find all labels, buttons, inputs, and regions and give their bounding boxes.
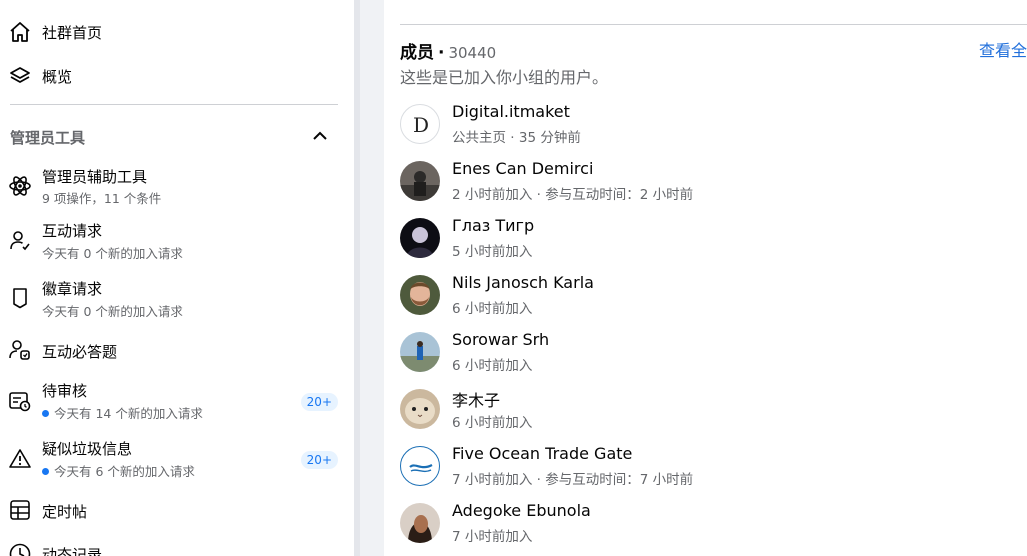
member-name[interactable]: Nils Janosch Karla [452, 273, 594, 292]
badge-icon [8, 286, 32, 310]
members-title: 成员 [400, 43, 434, 63]
user-check-icon [8, 228, 32, 252]
member-row[interactable]: Five Ocean Trade Gate 7 小时前加入 · 参与互动时间：7… [400, 444, 1020, 488]
sidebar-item-label: 徽章请求 [42, 280, 103, 298]
member-row[interactable]: D Digital.itmaket 公共主页 · 35 分钟前 [400, 102, 1020, 146]
sidebar-item-admin-assist[interactable]: 管理员辅助工具 9 项操作，11 个条件 [0, 164, 354, 208]
member-row[interactable]: 李木子 6 小时前加入 [400, 389, 1020, 431]
member-meta: 6 小时前加入 [452, 415, 533, 431]
sidebar-item-membership-questions[interactable]: 互动必答题 [0, 336, 354, 366]
avatar[interactable] [400, 275, 440, 315]
sidebar-item-suspected-spam[interactable]: 疑似垃圾信息 今天有 6 个新的加入请求 20+ [0, 436, 354, 480]
sidebar-item-home[interactable]: 社群首页 [0, 18, 354, 46]
member-name[interactable]: Enes Can Demirci [452, 159, 593, 178]
member-meta: 5 小时前加入 [452, 244, 533, 260]
warning-icon [8, 447, 32, 471]
avatar[interactable] [400, 218, 440, 258]
sidebar-scrollbar[interactable] [354, 0, 360, 556]
svg-text:D: D [413, 113, 429, 137]
sidebar-item-label: 互动请求 [42, 222, 103, 240]
avatar[interactable] [400, 503, 440, 543]
count-badge: 20+ [300, 451, 338, 469]
sidebar-item-sub: 今天有 6 个新的加入请求 [42, 461, 195, 480]
member-name[interactable]: Adegoke Ebunola [452, 501, 591, 520]
layers-icon [8, 64, 32, 88]
member-meta: 6 小时前加入 [452, 358, 533, 374]
avatar[interactable] [400, 332, 440, 372]
sidebar-item-label: 动态记录 [42, 546, 103, 556]
member-name[interactable]: 李木子 [452, 387, 500, 411]
member-name[interactable]: Sorowar Srh [452, 330, 549, 349]
user-questions-icon [8, 338, 32, 362]
member-name[interactable]: Digital.itmaket [452, 102, 570, 121]
sidebar-item-pending[interactable]: 待审核 今天有 14 个新的加入请求 20+ [0, 378, 354, 422]
avatar[interactable] [400, 446, 440, 486]
divider [10, 104, 338, 105]
member-meta: 2 小时前加入 · 参与互动时间：2 小时前 [452, 187, 694, 203]
sidebar-item-label: 待审核 [42, 382, 88, 400]
sidebar-item-sub: 9 项操作，11 个条件 [42, 191, 162, 206]
sidebar-item-label: 定时帖 [42, 503, 88, 521]
sidebar-item-label: 疑似垃圾信息 [42, 440, 133, 458]
member-meta: 公共主页 · 35 分钟前 [452, 130, 581, 146]
clock-icon [8, 542, 32, 556]
members-card: 成员 · 30440 查看全 这些是已加入你小组的用户。 D Digital.itm… [384, 0, 1027, 556]
see-all-link[interactable]: 查看全 [979, 37, 1027, 61]
sidebar-item-label: 社群首页 [42, 24, 103, 42]
home-icon [8, 20, 32, 44]
sidebar-item-scheduled-posts[interactable]: 定时帖 [0, 496, 354, 526]
avatar[interactable]: D [400, 104, 440, 144]
member-row[interactable]: Sorowar Srh 6 小时前加入 [400, 330, 1020, 374]
sidebar-item-sub: 今天有 0 个新的加入请求 [42, 304, 183, 319]
avatar[interactable] [400, 389, 440, 429]
unread-dot [42, 410, 49, 417]
sidebar-item-badge-requests[interactable]: 徽章请求 今天有 0 个新的加入请求 [0, 276, 354, 320]
member-count: 30440 [448, 44, 497, 62]
member-row[interactable]: Глаз Тигр 5 小时前加入 [400, 216, 1020, 260]
sidebar-item-sub: 今天有 0 个新的加入请求 [42, 246, 183, 261]
member-name[interactable]: Five Ocean Trade Gate [452, 444, 632, 463]
sidebar-item-label: 互动必答题 [42, 343, 118, 361]
divider [400, 24, 1027, 25]
pending-posts-icon [8, 389, 32, 413]
sidebar-item-label: 概览 [42, 68, 73, 86]
member-meta: 7 小时前加入 · 参与互动时间：7 小时前 [452, 472, 694, 488]
sidebar-item-label: 管理员辅助工具 [42, 168, 148, 186]
heading-separator: · [438, 43, 445, 63]
sidebar-item-engagement-requests[interactable]: 互动请求 今天有 0 个新的加入请求 [0, 218, 354, 262]
section-title: 管理员工具 [10, 129, 86, 147]
atom-icon [8, 174, 32, 198]
member-row[interactable]: Enes Can Demirci 2 小时前加入 · 参与互动时间：2 小时前 [400, 159, 1020, 203]
unread-dot [42, 468, 49, 475]
sidebar-item-activity-log[interactable]: 动态记录 [0, 540, 354, 556]
admin-sidebar: 社群首页 概览 管理员工具 管理员辅助工具 9 项操作，11 个条件 互动请求 … [0, 0, 354, 556]
member-row[interactable]: Adegoke Ebunola 7 小时前加入 [400, 501, 1020, 545]
member-name[interactable]: Глаз Тигр [452, 216, 534, 235]
member-row[interactable]: Nils Janosch Karla 6 小时前加入 [400, 273, 1020, 317]
sidebar-item-overview[interactable]: 概览 [0, 62, 354, 90]
member-meta: 6 小时前加入 [452, 301, 533, 317]
chevron-up-icon[interactable] [310, 126, 330, 146]
avatar[interactable] [400, 161, 440, 201]
count-badge: 20+ [300, 393, 338, 411]
member-meta: 7 小时前加入 [452, 529, 533, 545]
members-description: 这些是已加入你小组的用户。 [400, 68, 609, 87]
members-heading: 成员 · 30440 [400, 38, 496, 63]
calendar-grid-icon [8, 498, 32, 522]
sidebar-item-sub: 今天有 14 个新的加入请求 [42, 403, 203, 422]
